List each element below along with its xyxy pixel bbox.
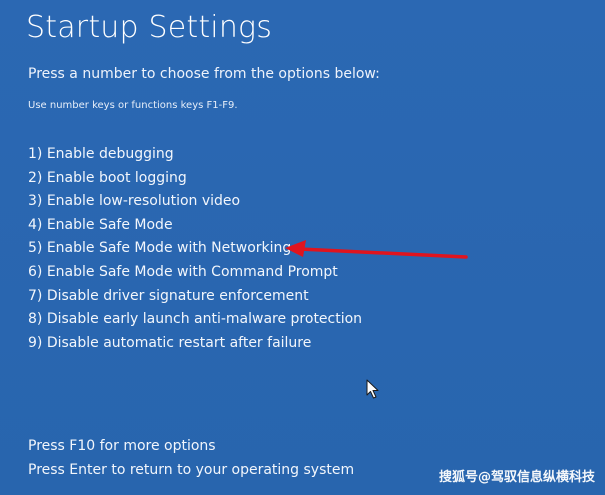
- option-disable-driver-signature-enforcement[interactable]: 7) Disable driver signature enforcement: [28, 285, 362, 309]
- option-disable-early-launch-anti-malware[interactable]: 8) Disable early launch anti-malware pro…: [28, 308, 362, 332]
- startup-settings-screen: Startup Settings Press a number to choos…: [0, 0, 605, 495]
- option-enable-safe-mode-command-prompt[interactable]: 6) Enable Safe Mode with Command Prompt: [28, 261, 362, 285]
- key-hint-text: Use number keys or functions keys F1-F9.: [28, 100, 238, 111]
- return-to-os-text[interactable]: Press Enter to return to your operating …: [28, 458, 354, 482]
- footer-instructions: Press F10 for more options Press Enter t…: [28, 434, 354, 482]
- watermark: 搜狐号@驾驭信息纵横科技: [438, 470, 595, 485]
- instruction-text: Press a number to choose from the option…: [28, 66, 380, 82]
- option-enable-low-resolution-video[interactable]: 3) Enable low-resolution video: [28, 190, 362, 214]
- red-arrow-icon: [285, 240, 468, 259]
- mouse-pointer-icon: [366, 379, 379, 399]
- more-options-text[interactable]: Press F10 for more options: [28, 434, 354, 458]
- option-enable-boot-logging[interactable]: 2) Enable boot logging: [28, 167, 362, 191]
- option-enable-safe-mode[interactable]: 4) Enable Safe Mode: [28, 214, 362, 238]
- option-disable-automatic-restart[interactable]: 9) Disable automatic restart after failu…: [28, 332, 362, 356]
- page-title: Startup Settings: [26, 10, 273, 45]
- option-enable-debugging[interactable]: 1) Enable debugging: [28, 143, 362, 167]
